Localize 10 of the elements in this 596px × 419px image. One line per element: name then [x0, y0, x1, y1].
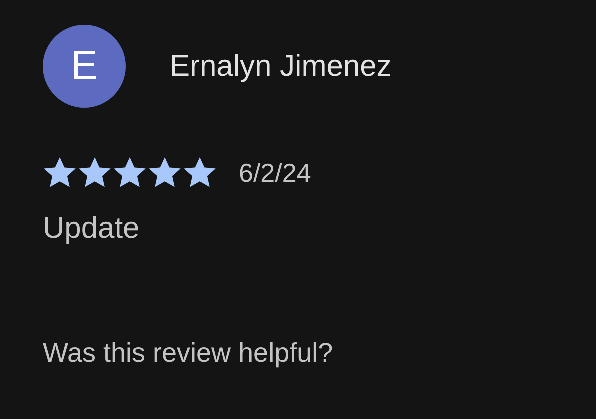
star-icon	[43, 156, 77, 190]
star-icon	[148, 156, 182, 190]
avatar: E	[43, 25, 126, 108]
star-icon	[183, 156, 217, 190]
star-icon	[113, 156, 147, 190]
review-text: Update	[43, 212, 141, 246]
review-date: 6/2/24	[239, 158, 312, 188]
reviewer-name: Ernalyn Jimenez	[170, 50, 392, 84]
star-icon	[78, 156, 112, 190]
helpful-prompt: Was this review helpful?	[43, 338, 334, 369]
